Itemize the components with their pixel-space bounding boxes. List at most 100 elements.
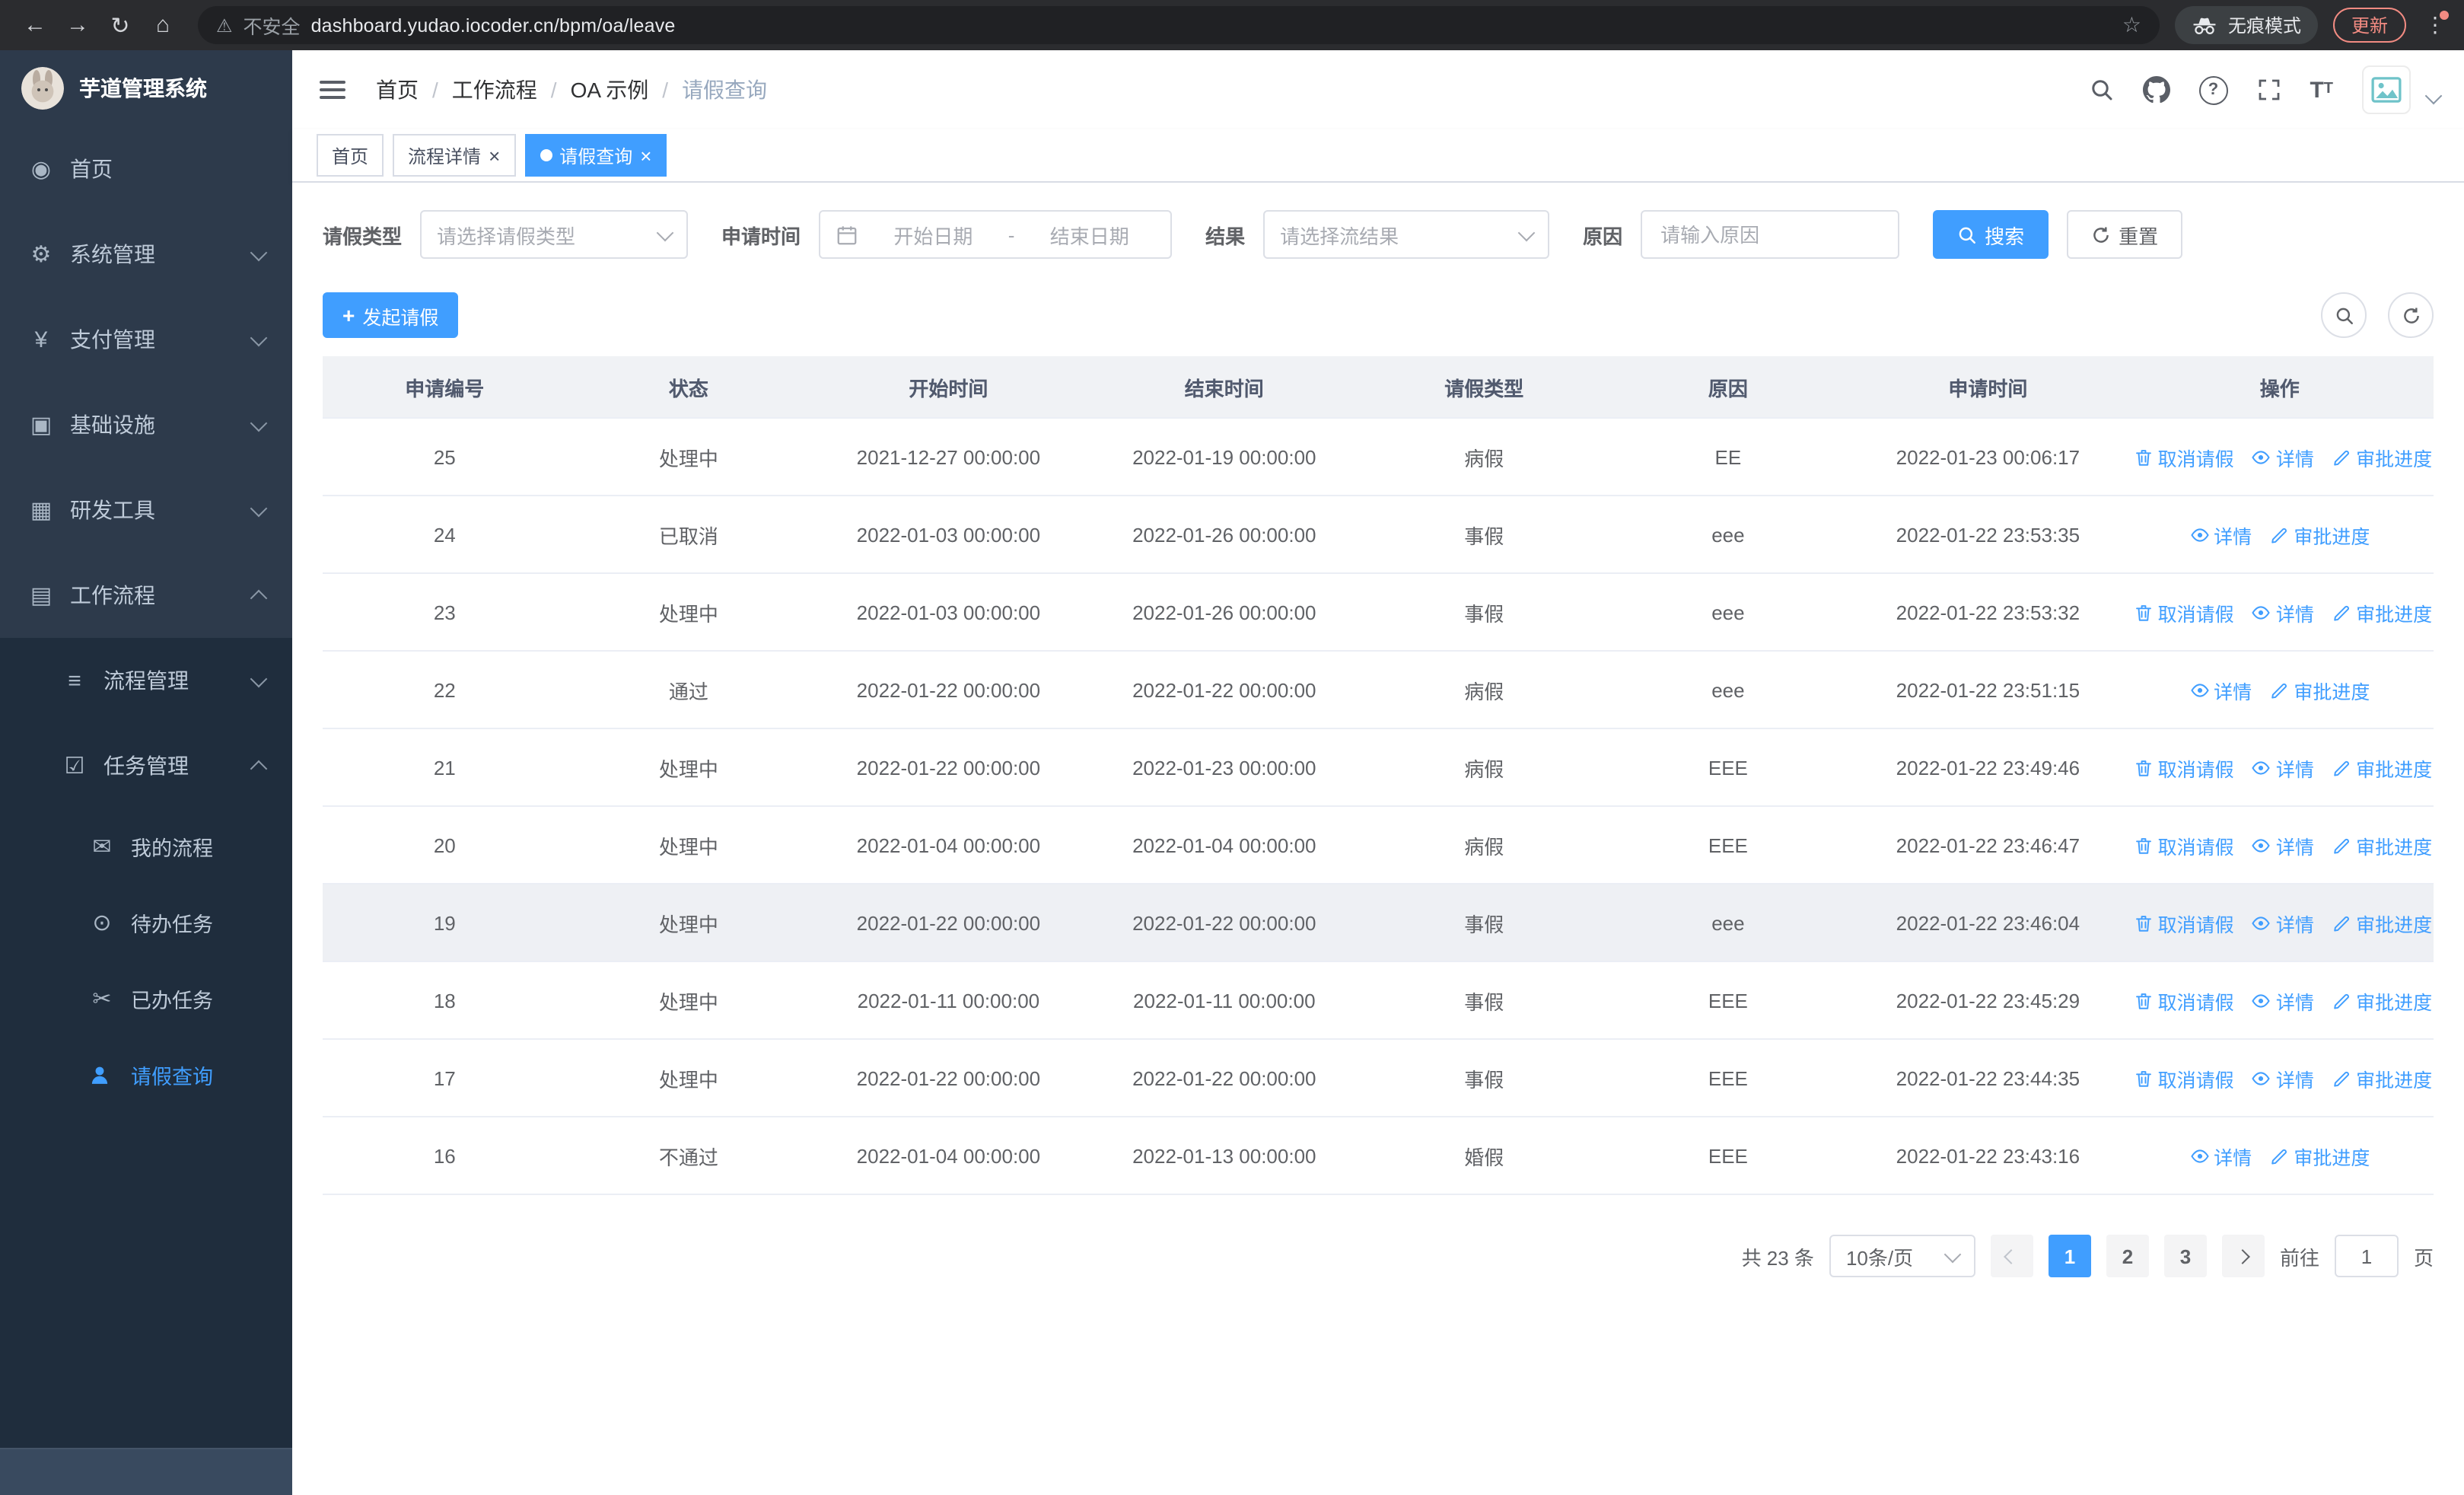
detail-link[interactable]: 详情: [2252, 753, 2314, 782]
sidebar-item-my-processes[interactable]: ✉ 我的流程: [0, 808, 292, 885]
cancel-leave-link[interactable]: 取消请假: [2134, 908, 2234, 937]
leave-type-select[interactable]: 请选择请假类型: [420, 210, 689, 259]
detail-link[interactable]: 详情: [2252, 598, 2314, 626]
tab-process-detail[interactable]: 流程详情: [393, 134, 516, 177]
refresh-table-button[interactable]: [2388, 292, 2434, 338]
detail-link[interactable]: 详情: [2252, 908, 2314, 937]
detail-link[interactable]: 详情: [2252, 986, 2314, 1015]
eye-icon: [2252, 602, 2271, 622]
logo-avatar: [21, 67, 64, 110]
hamburger-icon[interactable]: [317, 75, 349, 105]
create-leave-button[interactable]: + 发起请假: [323, 292, 459, 338]
font-size-icon[interactable]: TT: [2310, 78, 2333, 101]
next-page-button[interactable]: [2221, 1235, 2265, 1277]
eye-icon: [2252, 757, 2271, 777]
sidebar-item-home[interactable]: ◉ 首页: [0, 126, 292, 212]
sidebar-item-infrastructure[interactable]: ▣ 基础设施: [0, 382, 292, 467]
detail-link[interactable]: 详情: [2189, 520, 2252, 549]
reset-button[interactable]: 重置: [2067, 210, 2183, 259]
breadcrumb-home[interactable]: 首页: [376, 75, 452, 105]
tab-leave-query[interactable]: 请假查询: [524, 134, 667, 177]
detail-link[interactable]: 详情: [2252, 1063, 2314, 1092]
close-icon[interactable]: [489, 145, 500, 165]
approval-progress-link[interactable]: 审批进度: [2269, 675, 2370, 704]
cancel-leave-link[interactable]: 取消请假: [2134, 442, 2234, 471]
reload-icon[interactable]: ↻: [100, 5, 140, 45]
sidebar-item-payment-management[interactable]: ¥ 支付管理: [0, 297, 292, 382]
search-button[interactable]: 搜索: [1933, 210, 2049, 259]
detail-link[interactable]: 详情: [2189, 675, 2252, 704]
cell-operations: 取消请假 详情 审批进度: [2125, 961, 2434, 1040]
avatar-caret-icon[interactable]: [2424, 87, 2443, 105]
sidebar-footer: [0, 1448, 292, 1495]
navbar-actions: ? TT: [2089, 65, 2443, 114]
cancel-leave-link[interactable]: 取消请假: [2134, 986, 2234, 1015]
edit-icon: [2332, 447, 2351, 467]
sidebar-item-done-tasks[interactable]: ✂ 已办任务: [0, 961, 292, 1037]
sidebar-item-system-management[interactable]: ⚙ 系统管理: [0, 212, 292, 297]
approval-progress-link[interactable]: 审批进度: [2332, 442, 2432, 471]
toggle-search-button[interactable]: [2321, 292, 2367, 338]
table-header-row: 申请编号 状态 开始时间 结束时间 请假类型 原因 申请时间 操作: [323, 356, 2434, 419]
browser-menu-icon[interactable]: ⋮: [2421, 11, 2449, 38]
sidebar-item-todo-tasks[interactable]: ⊙ 待办任务: [0, 885, 292, 961]
sidebar-item-leave-query[interactable]: 请假查询: [0, 1037, 292, 1113]
task-icon: ☑: [64, 754, 85, 779]
eye-icon: [2189, 1146, 2209, 1165]
cancel-leave-link[interactable]: 取消请假: [2134, 1063, 2234, 1092]
sidebar-item-process-management[interactable]: ≡ 流程管理: [0, 638, 292, 723]
goto-page-input[interactable]: [2334, 1235, 2399, 1277]
page-3-button[interactable]: 3: [2163, 1235, 2207, 1277]
approval-progress-link[interactable]: 审批进度: [2332, 908, 2432, 937]
sidebar-item-task-management[interactable]: ☑ 任务管理: [0, 723, 292, 808]
bookmark-star-icon[interactable]: ☆: [2122, 12, 2141, 38]
search-icon[interactable]: [2089, 78, 2113, 102]
breadcrumb-oa-example[interactable]: OA 示例: [571, 75, 683, 105]
approval-progress-link[interactable]: 审批进度: [2332, 598, 2432, 626]
security-label[interactable]: 不安全: [244, 11, 301, 40]
page-unit-label: 页: [2413, 1246, 2434, 1269]
approval-progress-link[interactable]: 审批进度: [2332, 1063, 2432, 1092]
approval-progress-link[interactable]: 审批进度: [2269, 520, 2370, 549]
fullscreen-icon[interactable]: [2256, 78, 2281, 102]
result-select[interactable]: 请选择流结果: [1263, 210, 1550, 259]
detail-link[interactable]: 详情: [2189, 1141, 2252, 1170]
cancel-leave-link[interactable]: 取消请假: [2134, 598, 2234, 626]
workflow-icon: ▤: [30, 583, 53, 609]
approval-progress-link[interactable]: 审批进度: [2332, 753, 2432, 782]
dashboard-icon: ◉: [30, 157, 52, 183]
col-start-time: 开始时间: [810, 356, 1087, 419]
approval-progress-link[interactable]: 审批进度: [2269, 1141, 2370, 1170]
back-icon[interactable]: ←: [15, 5, 55, 45]
detail-link[interactable]: 详情: [2252, 442, 2314, 471]
address-bar[interactable]: ⚠ 不安全 dashboard.yudao.iocoder.cn/bpm/oa/…: [198, 6, 2160, 44]
cancel-leave-link[interactable]: 取消请假: [2134, 753, 2234, 782]
approval-progress-link[interactable]: 审批进度: [2332, 986, 2432, 1015]
github-icon[interactable]: [2142, 76, 2170, 104]
app-logo[interactable]: 芋道管理系统: [0, 50, 292, 126]
home-icon[interactable]: ⌂: [143, 5, 183, 45]
cancel-leave-link[interactable]: 取消请假: [2134, 830, 2234, 859]
reason-input[interactable]: [1641, 210, 1900, 259]
page-2-button[interactable]: 2: [2106, 1235, 2149, 1277]
breadcrumb-workflow[interactable]: 工作流程: [452, 75, 571, 105]
page-size-select[interactable]: 10条/页: [1829, 1235, 1975, 1277]
apply-time-range-picker[interactable]: 开始日期 - 结束日期: [819, 210, 1173, 259]
forward-icon[interactable]: →: [58, 5, 97, 45]
detail-link[interactable]: 详情: [2252, 830, 2314, 859]
close-icon[interactable]: [640, 145, 651, 165]
eye-icon: [2252, 1068, 2271, 1088]
scissors-icon: ✂: [92, 987, 112, 1012]
chevron-down-icon: [1944, 1245, 1962, 1263]
sidebar-item-dev-tools[interactable]: ▦ 研发工具: [0, 467, 292, 553]
prev-page-button[interactable]: [1990, 1235, 2033, 1277]
page-1-button[interactable]: 1: [2048, 1235, 2091, 1277]
url-text[interactable]: dashboard.yudao.iocoder.cn/bpm/oa/leave: [311, 14, 676, 36]
eye-icon: [2252, 835, 2271, 855]
approval-progress-link[interactable]: 审批进度: [2332, 830, 2432, 859]
tab-home[interactable]: 首页: [317, 134, 384, 177]
help-icon[interactable]: ?: [2198, 75, 2228, 104]
avatar[interactable]: [2362, 65, 2411, 114]
update-button[interactable]: 更新: [2332, 8, 2406, 43]
sidebar-item-workflow[interactable]: ▤ 工作流程: [0, 553, 292, 638]
